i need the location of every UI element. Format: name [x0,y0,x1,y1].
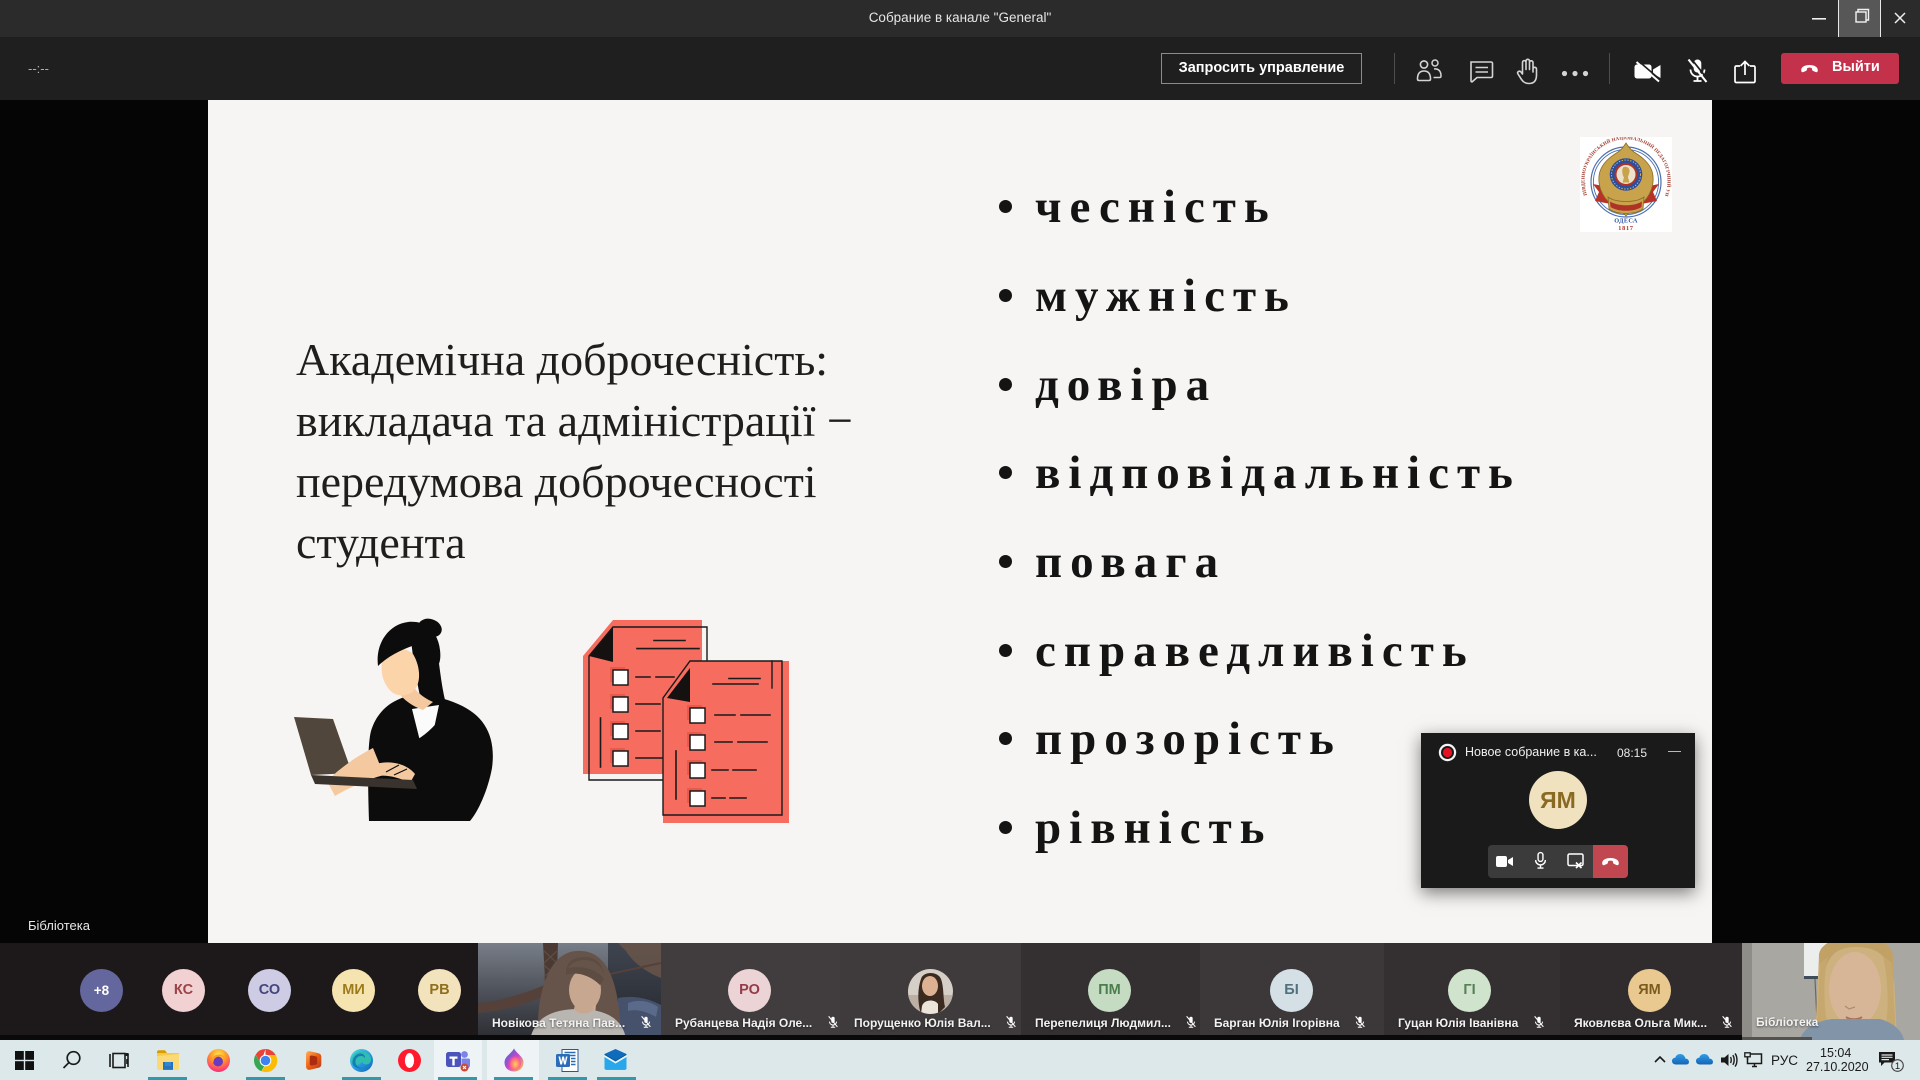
svg-text:ОДЕСА: ОДЕСА [1614,218,1638,225]
svg-text:1: 1 [1895,1061,1900,1072]
svg-text:1817: 1817 [1618,225,1634,232]
